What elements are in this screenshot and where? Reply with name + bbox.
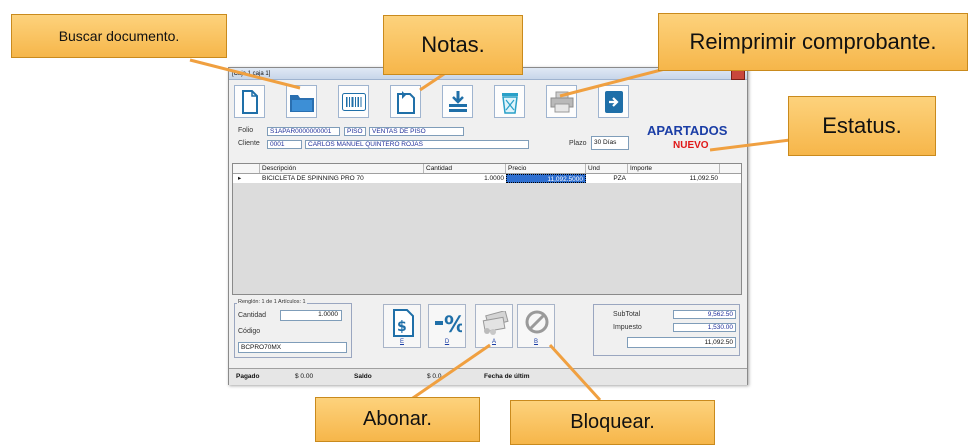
callout-estatus: Estatus. bbox=[788, 96, 936, 156]
callout-bloquear: Bloquear. bbox=[510, 400, 715, 445]
callout-abonar: Abonar. bbox=[315, 397, 480, 442]
callout-arrow-lines bbox=[189, 58, 791, 402]
callout-notas: Notas. bbox=[383, 15, 523, 75]
callout-reimprimir: Reimprimir comprobante. bbox=[658, 13, 968, 71]
callout-buscar: Buscar documento. bbox=[11, 14, 227, 58]
